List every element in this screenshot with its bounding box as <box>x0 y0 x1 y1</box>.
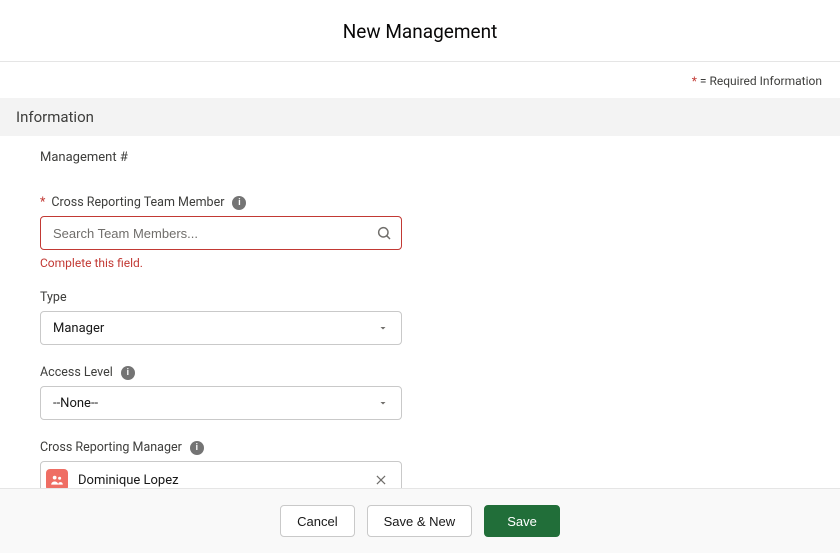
type-label: Type <box>40 290 402 305</box>
cross-manager-label-row: Cross Reporting Manager i <box>40 440 402 455</box>
type-select[interactable]: Manager <box>40 311 402 345</box>
cancel-button[interactable]: Cancel <box>280 505 354 537</box>
field-access-level: Access Level i --None-- <box>40 365 402 420</box>
cross-manager-value: Dominique Lopez <box>78 473 364 488</box>
access-level-select[interactable]: --None-- <box>40 386 402 420</box>
user-group-icon <box>46 469 68 488</box>
section-header-information: Information <box>0 98 840 136</box>
cross-member-input[interactable] <box>40 216 402 250</box>
cross-member-error: Complete this field. <box>40 256 402 270</box>
modal-title: New Management <box>0 20 840 43</box>
info-icon[interactable]: i <box>121 366 135 380</box>
cross-member-lookup <box>40 216 402 250</box>
cross-member-label-row: * Cross Reporting Team Member i <box>40 195 402 210</box>
required-legend: * = Required Information <box>0 62 840 98</box>
save-and-new-button[interactable]: Save & New <box>367 505 473 537</box>
save-button[interactable]: Save <box>484 505 560 537</box>
cross-manager-label: Cross Reporting Manager <box>40 440 182 455</box>
new-management-modal: New Management * = Required Information … <box>0 0 840 553</box>
modal-footer: Cancel Save & New Save <box>0 488 840 553</box>
cross-manager-lookup[interactable]: Dominique Lopez <box>40 461 402 488</box>
field-type: Type Manager <box>40 290 402 345</box>
section-body: Management # * Cross Reporting Team Membe… <box>0 136 840 488</box>
info-icon[interactable]: i <box>232 196 246 210</box>
field-cross-reporting-manager: Cross Reporting Manager i Dominique Lope… <box>40 440 402 488</box>
modal-header: New Management <box>0 0 840 62</box>
search-icon[interactable] <box>376 225 392 241</box>
info-icon[interactable]: i <box>190 441 204 455</box>
chevron-down-icon <box>377 397 389 409</box>
modal-body: * = Required Information Information Man… <box>0 62 840 488</box>
field-cross-reporting-team-member: * Cross Reporting Team Member i Complete … <box>40 195 402 270</box>
chevron-down-icon <box>377 322 389 334</box>
access-level-label-row: Access Level i <box>40 365 402 380</box>
management-number-label: Management # <box>40 150 800 165</box>
cross-member-label: Cross Reporting Team Member <box>51 195 224 210</box>
clear-icon[interactable] <box>364 473 398 487</box>
required-asterisk: * <box>40 195 45 210</box>
type-value: Manager <box>53 321 104 336</box>
access-level-label: Access Level <box>40 365 113 380</box>
access-level-value: --None-- <box>53 396 98 411</box>
required-legend-text: = Required Information <box>697 74 822 88</box>
